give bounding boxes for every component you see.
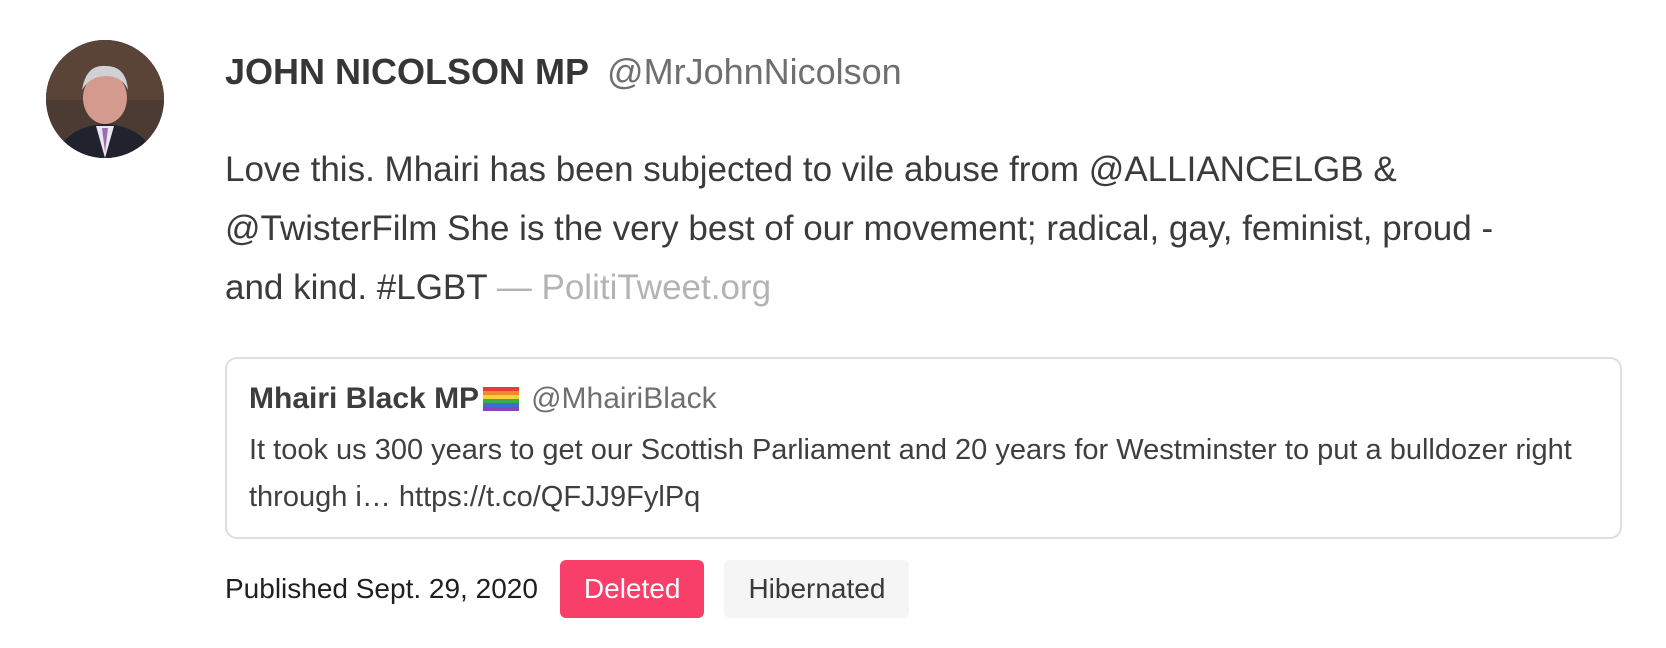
quoted-tweet-header: Mhairi Black MP @MhairiBlack: [249, 379, 717, 419]
author-avatar[interactable]: [46, 40, 164, 158]
rainbow-flag-icon: [483, 382, 520, 411]
author-name[interactable]: JOHN NICOLSON MP: [225, 51, 589, 92]
hibernated-badge[interactable]: Hibernated: [724, 560, 910, 618]
rainbow-flag-svg: [483, 387, 520, 411]
deleted-badge[interactable]: Deleted: [559, 560, 705, 618]
tweet-text: Love this. Mhairi has been subjected to …: [225, 150, 1494, 307]
tweet-source[interactable]: — PolitiTweet.org: [497, 268, 771, 307]
quoted-author-name[interactable]: Mhairi Black MP: [249, 382, 479, 415]
quoted-tweet-card[interactable]: Mhairi Black MP @MhairiBlack It took us …: [225, 357, 1622, 539]
published-date: Published Sept. 29, 2020: [225, 573, 538, 604]
quoted-author-handle[interactable]: @MhairiBlack: [531, 382, 717, 415]
quoted-tweet-text: It took us 300 years to get our Scottish…: [249, 434, 1572, 513]
avatar-portrait: [46, 40, 164, 158]
author-handle[interactable]: @MrJohnNicolson: [607, 51, 902, 92]
tweet-footer: Published Sept. 29, 2020 Deleted Hiberna…: [225, 560, 910, 618]
tweet-header: JOHN NICOLSON MP @MrJohnNicolson: [225, 50, 902, 94]
tweet-text-container: Love this. Mhairi has been subjected to …: [225, 140, 1555, 317]
